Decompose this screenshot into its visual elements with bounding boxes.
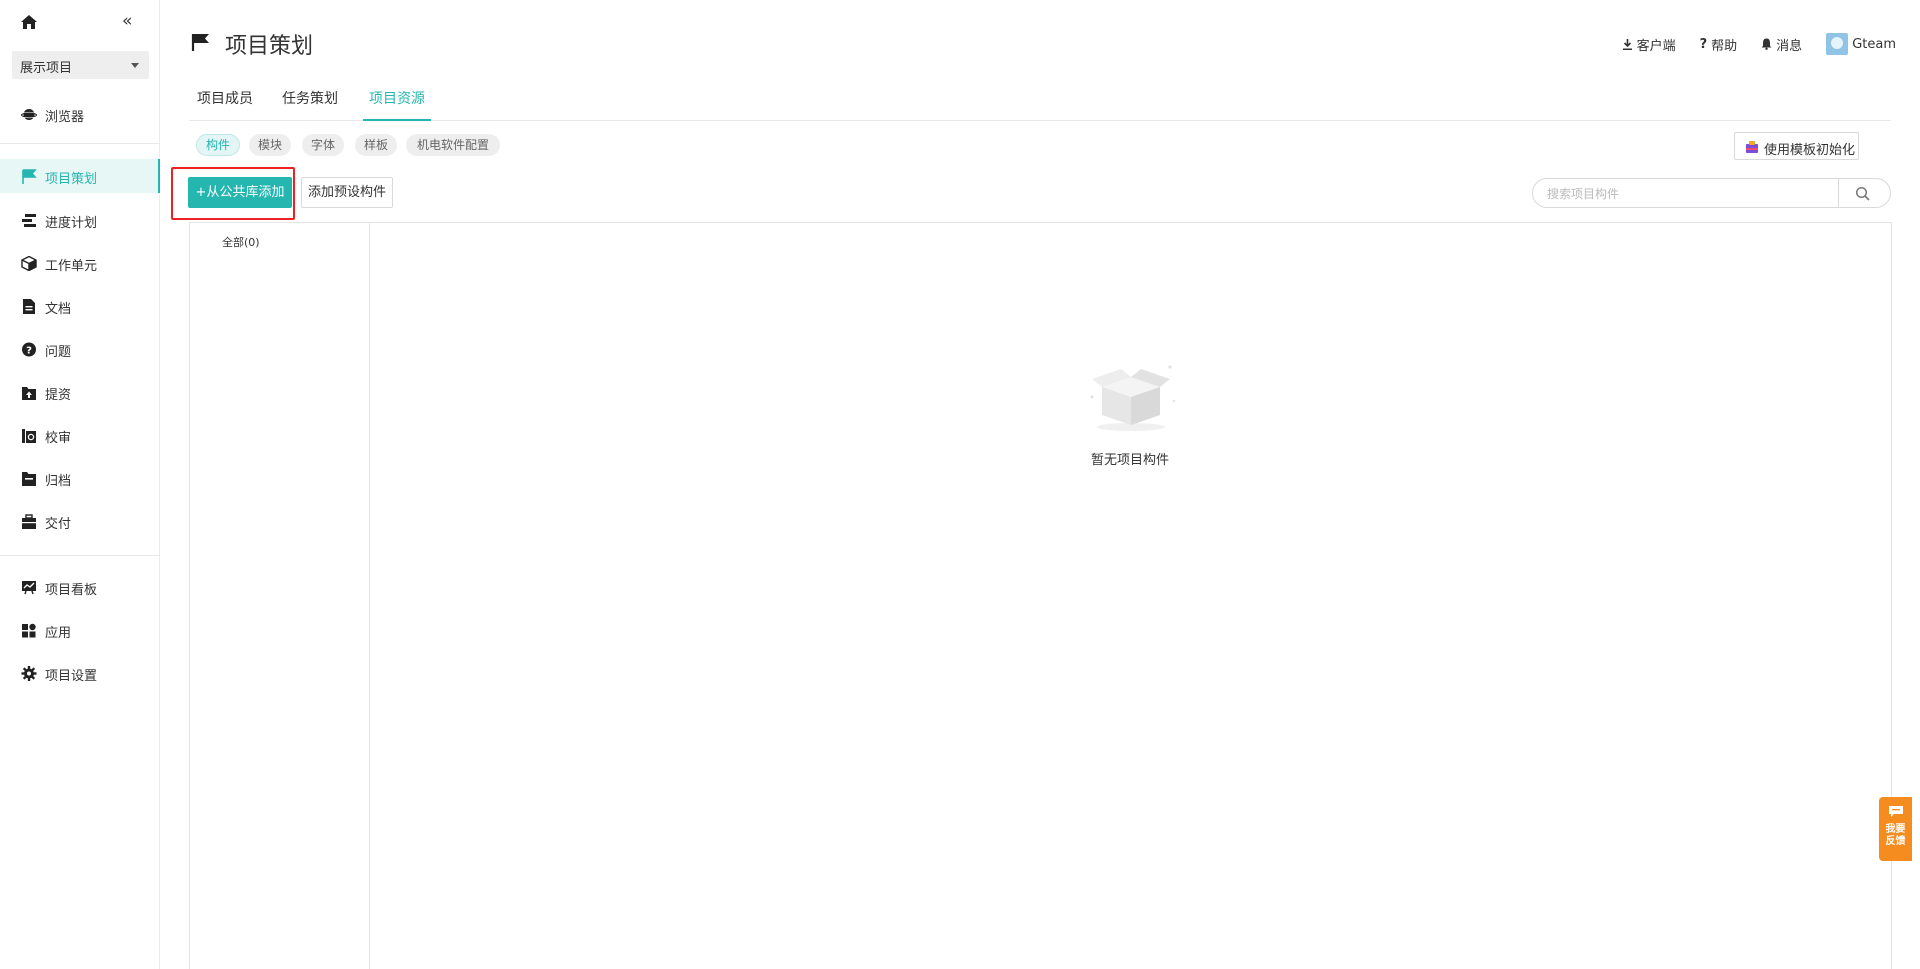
search-box bbox=[1532, 178, 1891, 208]
category-tree: 全部(0) bbox=[190, 223, 370, 969]
svg-text:?: ? bbox=[26, 346, 32, 357]
sidebar-item-label: 项目策划 bbox=[45, 172, 98, 187]
project-selector-label: 展示项目 bbox=[20, 61, 73, 76]
dashboard-icon bbox=[22, 581, 36, 595]
upload-folder-icon bbox=[22, 387, 36, 400]
sidebar-divider bbox=[0, 555, 160, 556]
sidebar-item-issues[interactable]: ? 问题 bbox=[0, 332, 160, 366]
sidebar-item-documents[interactable]: 文档 bbox=[0, 289, 160, 323]
empty-box-icon bbox=[1090, 365, 1176, 431]
use-template-init-label: 使用模板初始化 bbox=[1764, 143, 1856, 158]
user-name: Gteam bbox=[1852, 36, 1896, 52]
review-icon bbox=[22, 429, 36, 443]
search-divider bbox=[1838, 179, 1839, 207]
messages-link[interactable]: 消息 bbox=[1761, 35, 1802, 54]
page-title: 项目策划 bbox=[225, 34, 314, 59]
sidebar-item-label: 进度计划 bbox=[45, 216, 98, 231]
sidebar-item-work-unit[interactable]: 工作单元 bbox=[0, 246, 160, 280]
sidebar-item-project-board[interactable]: 项目看板 bbox=[0, 570, 160, 604]
add-preset-component-button[interactable]: 添加预设构件 bbox=[301, 177, 393, 208]
sidebar: « 展示项目 浏览器 项目策划 进度计划 工作单元 文档 ? 问题 提资 校审 … bbox=[0, 0, 160, 969]
sidebar-item-label: 项目设置 bbox=[45, 669, 98, 684]
chevron-down-icon bbox=[131, 63, 139, 68]
client-label: 客户端 bbox=[1636, 38, 1676, 54]
sidebar-item-label: 提资 bbox=[45, 388, 72, 403]
feedback-label: 我要 反馈 bbox=[1885, 824, 1906, 847]
tab-project-resources[interactable]: 项目资源 bbox=[363, 88, 431, 121]
user-menu[interactable]: Gteam bbox=[1826, 33, 1896, 55]
project-selector[interactable]: 展示项目 bbox=[12, 51, 149, 79]
client-download-link[interactable]: 客户端 bbox=[1622, 35, 1676, 54]
download-icon bbox=[1622, 38, 1632, 50]
category-tree-item-all[interactable]: 全部(0) bbox=[222, 234, 260, 250]
planet-icon bbox=[21, 109, 37, 120]
sidebar-item-archive[interactable]: 归档 bbox=[0, 461, 160, 495]
question-mark-icon: ? bbox=[1699, 36, 1708, 52]
category-chip-template[interactable]: 样板 bbox=[355, 134, 397, 156]
use-template-init-button[interactable]: 使用模板初始化 bbox=[1734, 132, 1859, 160]
sidebar-item-project-planning[interactable]: 项目策划 bbox=[0, 159, 160, 193]
apps-icon bbox=[22, 623, 36, 638]
resource-panel: 全部(0) 暂无项目构件 bbox=[189, 222, 1892, 969]
search-input[interactable] bbox=[1547, 185, 1847, 203]
tab-bar: 项目成员 任务策划 项目资源 bbox=[189, 80, 1891, 121]
sidebar-item-label: 问题 bbox=[45, 345, 72, 360]
category-chip-mep-config[interactable]: 机电软件配置 bbox=[406, 134, 500, 156]
empty-state: 暂无项目构件 bbox=[1080, 357, 1180, 468]
sidebar-item-review[interactable]: 校审 bbox=[0, 418, 160, 452]
add-from-public-library-button[interactable]: +从公共库添加 bbox=[188, 177, 292, 208]
empty-state-text: 暂无项目构件 bbox=[1090, 453, 1169, 468]
sidebar-item-label: 文档 bbox=[45, 302, 72, 317]
category-chip-component[interactable]: 构件 bbox=[196, 134, 240, 156]
gear-icon bbox=[21, 666, 37, 681]
messages-label: 消息 bbox=[1776, 38, 1803, 54]
sidebar-item-delivery[interactable]: 交付 bbox=[0, 504, 160, 538]
cube-icon bbox=[21, 256, 37, 271]
archive-icon bbox=[22, 472, 36, 486]
flag-icon bbox=[22, 169, 37, 184]
help-label: 帮助 bbox=[1711, 38, 1738, 54]
feedback-widget[interactable]: 我要 反馈 bbox=[1879, 797, 1912, 861]
flag-icon bbox=[191, 34, 209, 51]
bell-icon bbox=[1761, 38, 1772, 50]
sidebar-top-bar: « bbox=[0, 0, 160, 40]
tab-task-planning[interactable]: 任务策划 bbox=[282, 88, 338, 119]
help-link[interactable]: ? 帮助 bbox=[1700, 35, 1738, 54]
top-bar: 客户端 ? 帮助 消息 Gteam bbox=[1622, 33, 1896, 55]
briefcase-icon bbox=[22, 514, 36, 529]
document-icon bbox=[23, 299, 35, 314]
chat-icon bbox=[1889, 806, 1903, 817]
sidebar-item-label: 校审 bbox=[45, 431, 72, 446]
avatar bbox=[1826, 33, 1849, 55]
sidebar-item-browser[interactable]: 浏览器 bbox=[0, 97, 160, 131]
category-chip-font[interactable]: 字体 bbox=[302, 134, 344, 156]
sidebar-item-label: 应用 bbox=[45, 626, 72, 641]
sidebar-divider bbox=[0, 143, 160, 144]
gantt-icon bbox=[22, 214, 36, 227]
category-chip-module[interactable]: 模块 bbox=[249, 134, 291, 156]
sidebar-item-submit-data[interactable]: 提资 bbox=[0, 375, 160, 409]
sidebar-item-label: 工作单元 bbox=[45, 259, 98, 274]
sidebar-item-project-settings[interactable]: 项目设置 bbox=[0, 656, 160, 690]
sidebar-item-label: 浏览器 bbox=[45, 110, 85, 125]
search-icon[interactable] bbox=[1855, 186, 1871, 202]
sidebar-item-apps[interactable]: 应用 bbox=[0, 613, 160, 647]
template-icon bbox=[1746, 141, 1758, 153]
sidebar-item-schedule[interactable]: 进度计划 bbox=[0, 203, 160, 237]
tab-project-members[interactable]: 项目成员 bbox=[197, 88, 253, 119]
question-icon: ? bbox=[22, 342, 36, 357]
sidebar-item-label: 项目看板 bbox=[45, 583, 98, 598]
home-icon[interactable] bbox=[20, 14, 38, 30]
collapse-sidebar-icon[interactable]: « bbox=[122, 12, 140, 30]
sidebar-item-label: 交付 bbox=[45, 517, 72, 532]
sidebar-item-label: 归档 bbox=[45, 474, 72, 489]
